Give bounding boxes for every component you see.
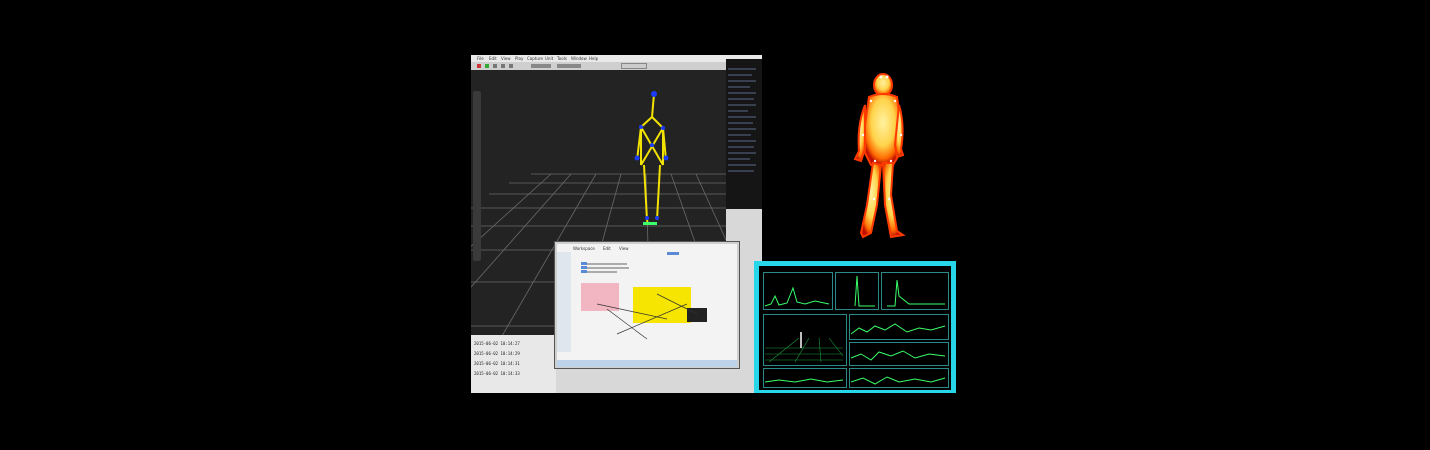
skeleton bbox=[636, 93, 667, 226]
menu-item-window[interactable]: Window bbox=[571, 55, 587, 62]
node-wires bbox=[581, 252, 698, 340]
menu-item-tools[interactable]: Tools bbox=[557, 55, 567, 62]
menu-item-view[interactable]: View bbox=[501, 55, 511, 62]
toolbar-field[interactable] bbox=[557, 64, 581, 68]
laptop-node-editor: Workspace Edit View bbox=[554, 241, 740, 369]
thermal-person bbox=[841, 65, 921, 247]
properties-panel bbox=[726, 59, 762, 209]
toolbar-dropdown[interactable] bbox=[621, 63, 647, 69]
log-line: 2015-06-02 10:14:29 bbox=[474, 351, 520, 356]
mini-grid bbox=[765, 337, 844, 363]
log-line: 2015-06-02 10:14:27 bbox=[474, 341, 520, 346]
signal-monitor bbox=[754, 261, 956, 393]
menu-bar: File Edit View Play Capture Unit Tools W… bbox=[471, 55, 762, 62]
pan-icon[interactable] bbox=[509, 64, 513, 68]
menu-item-play[interactable]: Play bbox=[515, 55, 523, 62]
log-line: 2015-06-02 10:14:33 bbox=[474, 371, 520, 376]
laptop-screen: Workspace Edit View bbox=[557, 244, 737, 360]
play-icon[interactable] bbox=[485, 64, 489, 68]
mocap-lab-photo: File Edit View Play Capture Unit Tools W… bbox=[471, 55, 959, 393]
thermal-silhouette bbox=[853, 73, 906, 239]
menu-item-unit[interactable]: Unit bbox=[545, 55, 553, 62]
toolbar-field[interactable] bbox=[531, 64, 551, 68]
menu-item-help[interactable]: Help bbox=[589, 55, 598, 62]
side-toolbar[interactable] bbox=[473, 91, 481, 261]
menu-item-capture[interactable]: Capture bbox=[527, 55, 543, 62]
stop-icon[interactable] bbox=[493, 64, 497, 68]
menu-item-edit[interactable]: Edit bbox=[489, 55, 497, 62]
signal-screen bbox=[759, 266, 951, 390]
log-panel: 2015-06-02 10:14:27 2015-06-02 10:14:29 … bbox=[471, 335, 556, 393]
log-line: 2015-06-02 10:14:31 bbox=[474, 361, 520, 366]
foot-marker bbox=[643, 222, 657, 225]
panel-text-lines bbox=[728, 68, 756, 172]
record-icon[interactable] bbox=[477, 64, 481, 68]
laptop-taskbar bbox=[557, 360, 737, 367]
signal-traces bbox=[764, 275, 946, 385]
menu-item-file[interactable]: File bbox=[477, 55, 484, 62]
zoom-icon[interactable] bbox=[501, 64, 505, 68]
